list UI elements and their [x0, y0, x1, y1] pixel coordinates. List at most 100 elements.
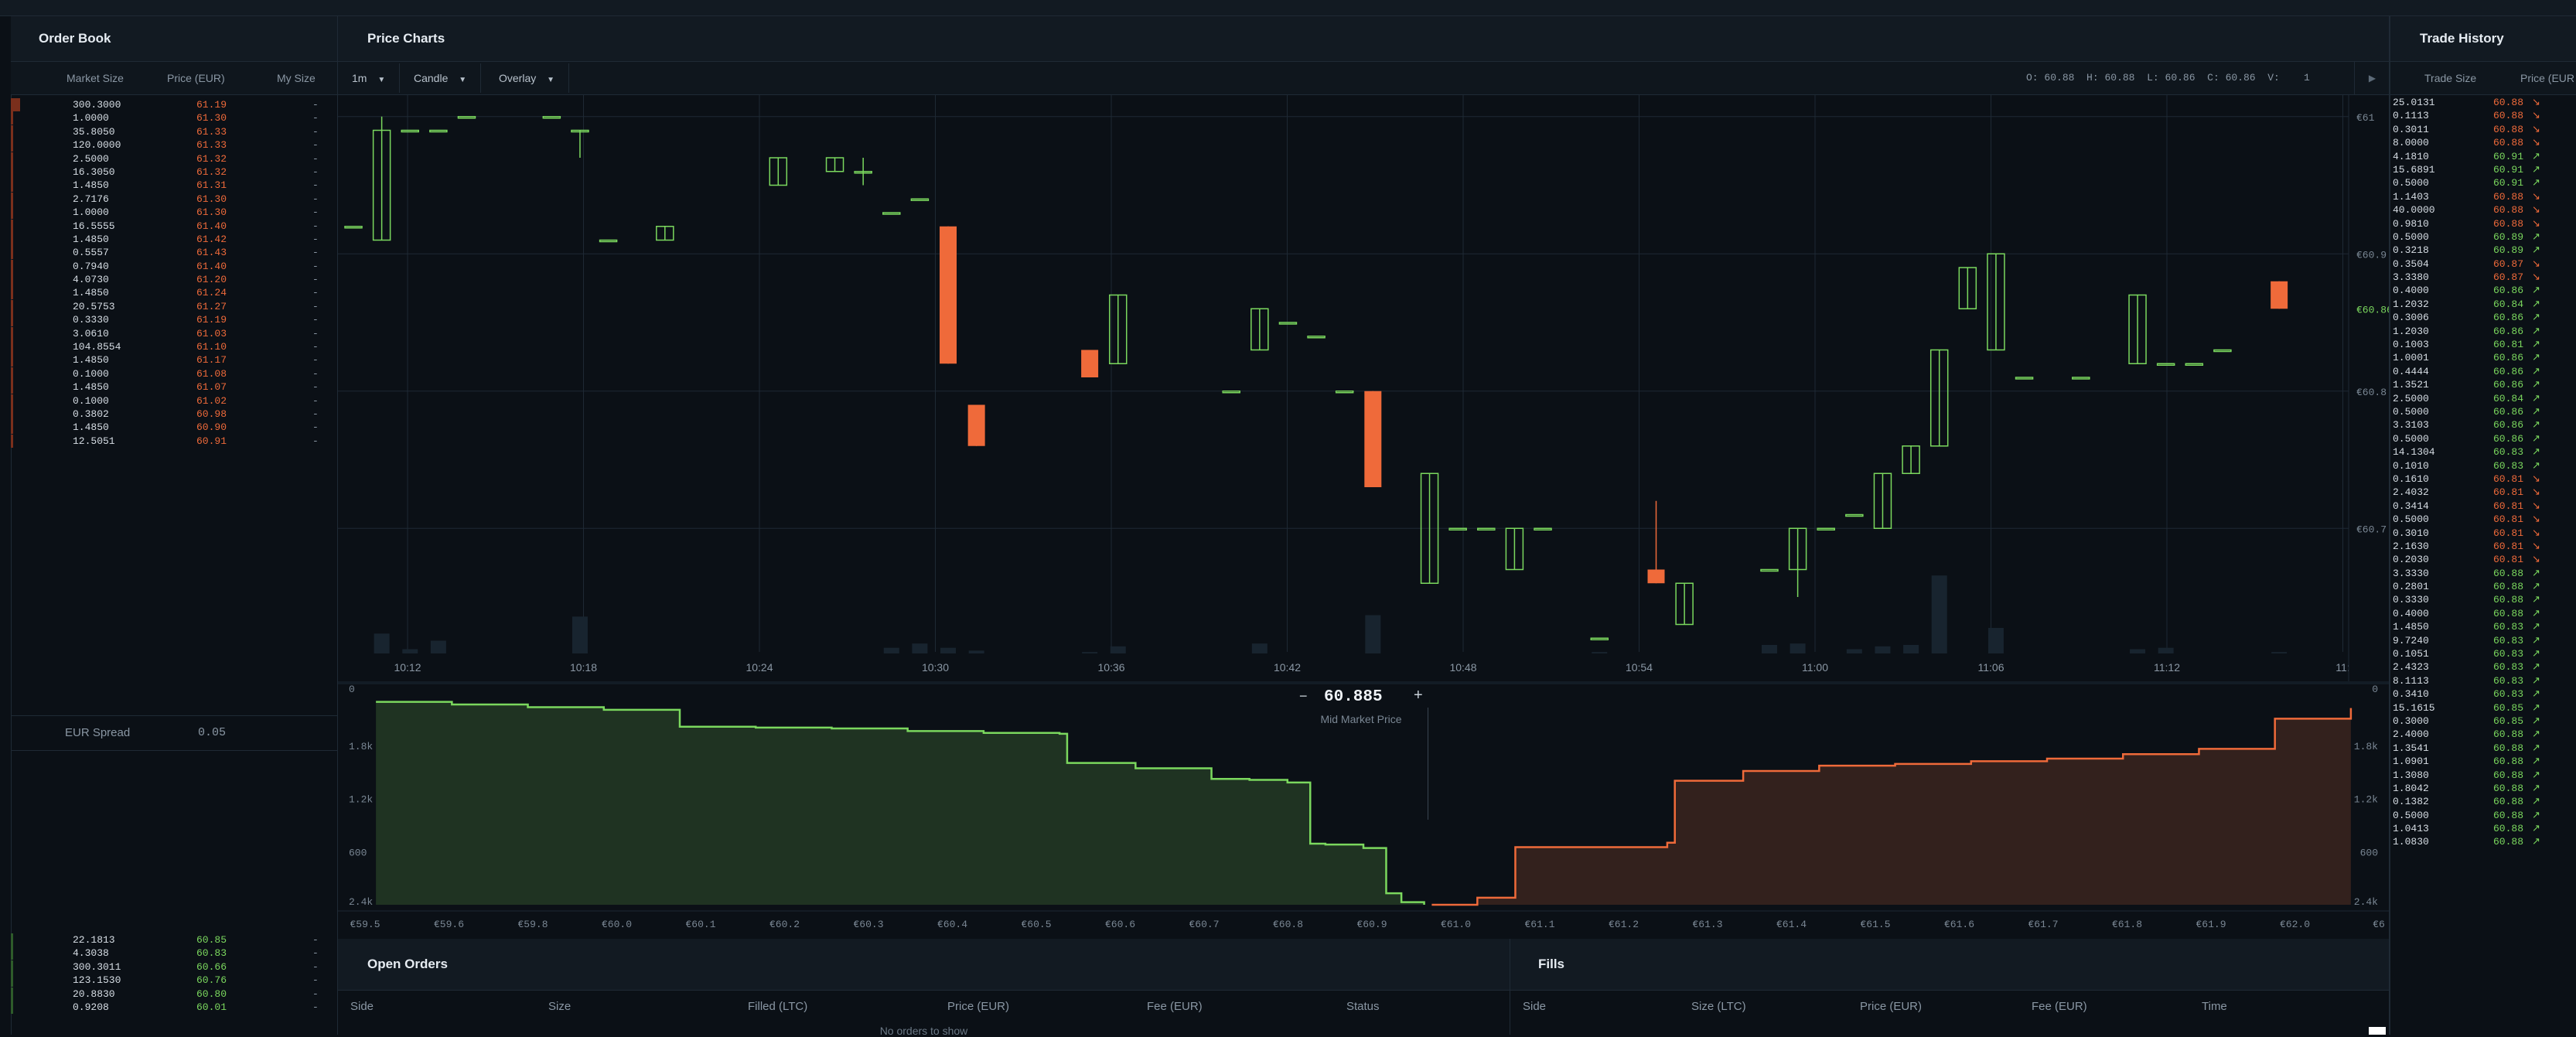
trade-price: 60.91	[2493, 150, 2524, 162]
trade-row: 0.5000 60.86 ↗	[2393, 432, 2576, 445]
depth-x-label: €6	[2373, 919, 2385, 930]
zoom-in-button[interactable]: +	[1414, 687, 1423, 704]
fills-header: Fills	[1510, 939, 2389, 991]
price: 61.32	[196, 165, 227, 178]
close-value: 60.86	[2225, 72, 2256, 84]
ask-row[interactable]: 0.7940 61.40 -	[11, 259, 336, 273]
market-size: 3.0610	[73, 327, 109, 339]
volume-bar	[1903, 645, 1919, 653]
interval-selector[interactable]: 1m ▼	[338, 63, 401, 93]
depth-x-label: €61.9	[2196, 919, 2226, 930]
my-size: -	[312, 1001, 319, 1013]
bid-row[interactable]: 20.8830 60.80 -	[11, 987, 336, 1001]
chat-button[interactable]	[2369, 1027, 2386, 1035]
depth-bar	[11, 192, 13, 206]
trade-size-header[interactable]: Trade Size	[2424, 62, 2476, 94]
depth-bar	[11, 246, 13, 260]
trade-row: 0.4000 60.86 ↗	[2393, 284, 2576, 297]
high-label: H:	[2086, 72, 2099, 84]
ask-row[interactable]: 300.3000 61.19 -	[11, 98, 336, 111]
ask-row[interactable]: 1.4850 61.17 -	[11, 353, 336, 367]
market-size: 300.3011	[73, 960, 121, 973]
trade-size: 0.5000	[2393, 230, 2429, 243]
ask-row[interactable]: 2.5000 61.32 -	[11, 152, 336, 165]
depth-bar	[11, 165, 13, 179]
market-size: 35.8050	[73, 125, 115, 138]
ask-row[interactable]: 1.4850 60.90 -	[11, 421, 336, 435]
trade-size: 0.5000	[2393, 809, 2429, 821]
chart-type-selector[interactable]: Candle ▼	[400, 63, 482, 93]
ask-row[interactable]: 1.4850 61.24 -	[11, 286, 336, 300]
ask-row[interactable]: 3.0610 61.03 -	[11, 326, 336, 340]
ask-row[interactable]: 0.1000 61.08 -	[11, 367, 336, 380]
ask-row[interactable]: 1.0000 61.30 -	[11, 206, 336, 220]
ask-row[interactable]: 4.0730 61.20 -	[11, 273, 336, 287]
ask-row[interactable]: 1.4850 61.31 -	[11, 179, 336, 193]
trade-price: 60.88	[2493, 137, 2524, 149]
bid-row[interactable]: 22.1813 60.85 -	[11, 933, 336, 947]
ask-row[interactable]: 120.0000 61.33 -	[11, 138, 336, 152]
candlestick-chart[interactable]: €61 €60.9 €60.8 €60.7 10:12 10:18 10:24 10:30 10…	[338, 95, 2389, 681]
volume-bar	[912, 643, 928, 653]
my-size: -	[312, 974, 319, 987]
market-size: 4.3038	[73, 947, 109, 960]
bid-row[interactable]: 123.1530 60.76 -	[11, 974, 336, 988]
trade-price: 60.81	[2493, 339, 2524, 351]
trade-row: 0.3504 60.87 ↘	[2393, 258, 2576, 271]
price: 60.01	[196, 1001, 227, 1013]
down-arrow-icon: ↘	[2532, 258, 2540, 270]
ask-row[interactable]: 0.3802 60.98 -	[11, 407, 336, 421]
x-tick-label: 11:12	[2154, 661, 2180, 674]
depth-bar	[11, 340, 13, 354]
bid-row[interactable]: 300.3011 60.66 -	[11, 960, 336, 974]
price-charts-header: Price Charts	[338, 16, 2389, 62]
ask-row[interactable]: 1.4850 61.42 -	[11, 232, 336, 246]
ask-row[interactable]: 2.7176 61.30 -	[11, 192, 336, 206]
depth-x-label: €61.0	[1441, 919, 1471, 930]
up-arrow-icon: ↗	[2532, 836, 2540, 848]
ask-row[interactable]: 104.8554 61.10 -	[11, 340, 336, 354]
depth-y-label: 0	[2372, 684, 2378, 695]
volume-bar	[571, 616, 588, 653]
trade-size: 0.1010	[2393, 459, 2429, 472]
ask-row[interactable]: 1.0000 61.30 -	[11, 111, 336, 125]
market-size: 1.0000	[73, 112, 109, 125]
ask-row[interactable]: 35.8050 61.33 -	[11, 125, 336, 138]
zoom-out-button[interactable]: −	[1299, 688, 1308, 704]
ask-row[interactable]: 0.3330 61.19 -	[11, 313, 336, 327]
bid-row[interactable]: 0.9208 60.01 -	[11, 1000, 336, 1014]
trade-price-header[interactable]: Price (EUR	[2520, 62, 2574, 94]
ask-row[interactable]: 0.1000 61.02 -	[11, 394, 336, 408]
trade-price: 60.81	[2493, 554, 2524, 566]
up-arrow-icon: ↗	[2532, 298, 2540, 310]
trade-size: 14.1304	[2393, 446, 2435, 459]
up-arrow-icon: ↗	[2532, 621, 2540, 633]
trade-row: 25.0131 60.88 ↘	[2393, 96, 2576, 109]
market-size-header[interactable]: Market Size	[67, 62, 124, 94]
trade-size: 0.3410	[2393, 688, 2429, 701]
ask-row[interactable]: 16.5555 61.40 -	[11, 219, 336, 233]
bid-row[interactable]: 4.3038 60.83 -	[11, 947, 336, 960]
ask-row[interactable]: 16.3050 61.32 -	[11, 165, 336, 179]
trade-row: 0.1010 60.83 ↗	[2393, 459, 2576, 472]
open-orders-title: Open Orders	[367, 957, 448, 971]
overlay-selector[interactable]: Overlay ▼	[485, 63, 570, 93]
price-header[interactable]: Price (EUR)	[167, 62, 225, 94]
candle-body	[910, 198, 930, 201]
oo-status-header: Status	[1346, 1000, 1380, 1013]
down-arrow-icon: ↘	[2532, 217, 2540, 230]
depth-x-label: €60.4	[937, 919, 967, 930]
market-size: 0.5557	[73, 247, 109, 259]
play-icon[interactable]: ▶	[2354, 62, 2390, 94]
ask-row[interactable]: 0.5557 61.43 -	[11, 246, 336, 260]
up-arrow-icon: ↗	[2532, 365, 2540, 377]
my-size-header[interactable]: My Size	[277, 62, 316, 94]
ask-row[interactable]: 12.5051 60.91 -	[11, 434, 336, 448]
my-size: -	[312, 139, 319, 152]
ask-row[interactable]: 20.5753 61.27 -	[11, 299, 336, 313]
ask-row[interactable]: 1.4850 61.07 -	[11, 380, 336, 394]
depth-x-label: €61.2	[1609, 919, 1639, 930]
x-tick-label: 10:42	[1274, 661, 1301, 674]
trade-price: 60.88	[2493, 204, 2524, 217]
my-size: -	[312, 233, 319, 245]
